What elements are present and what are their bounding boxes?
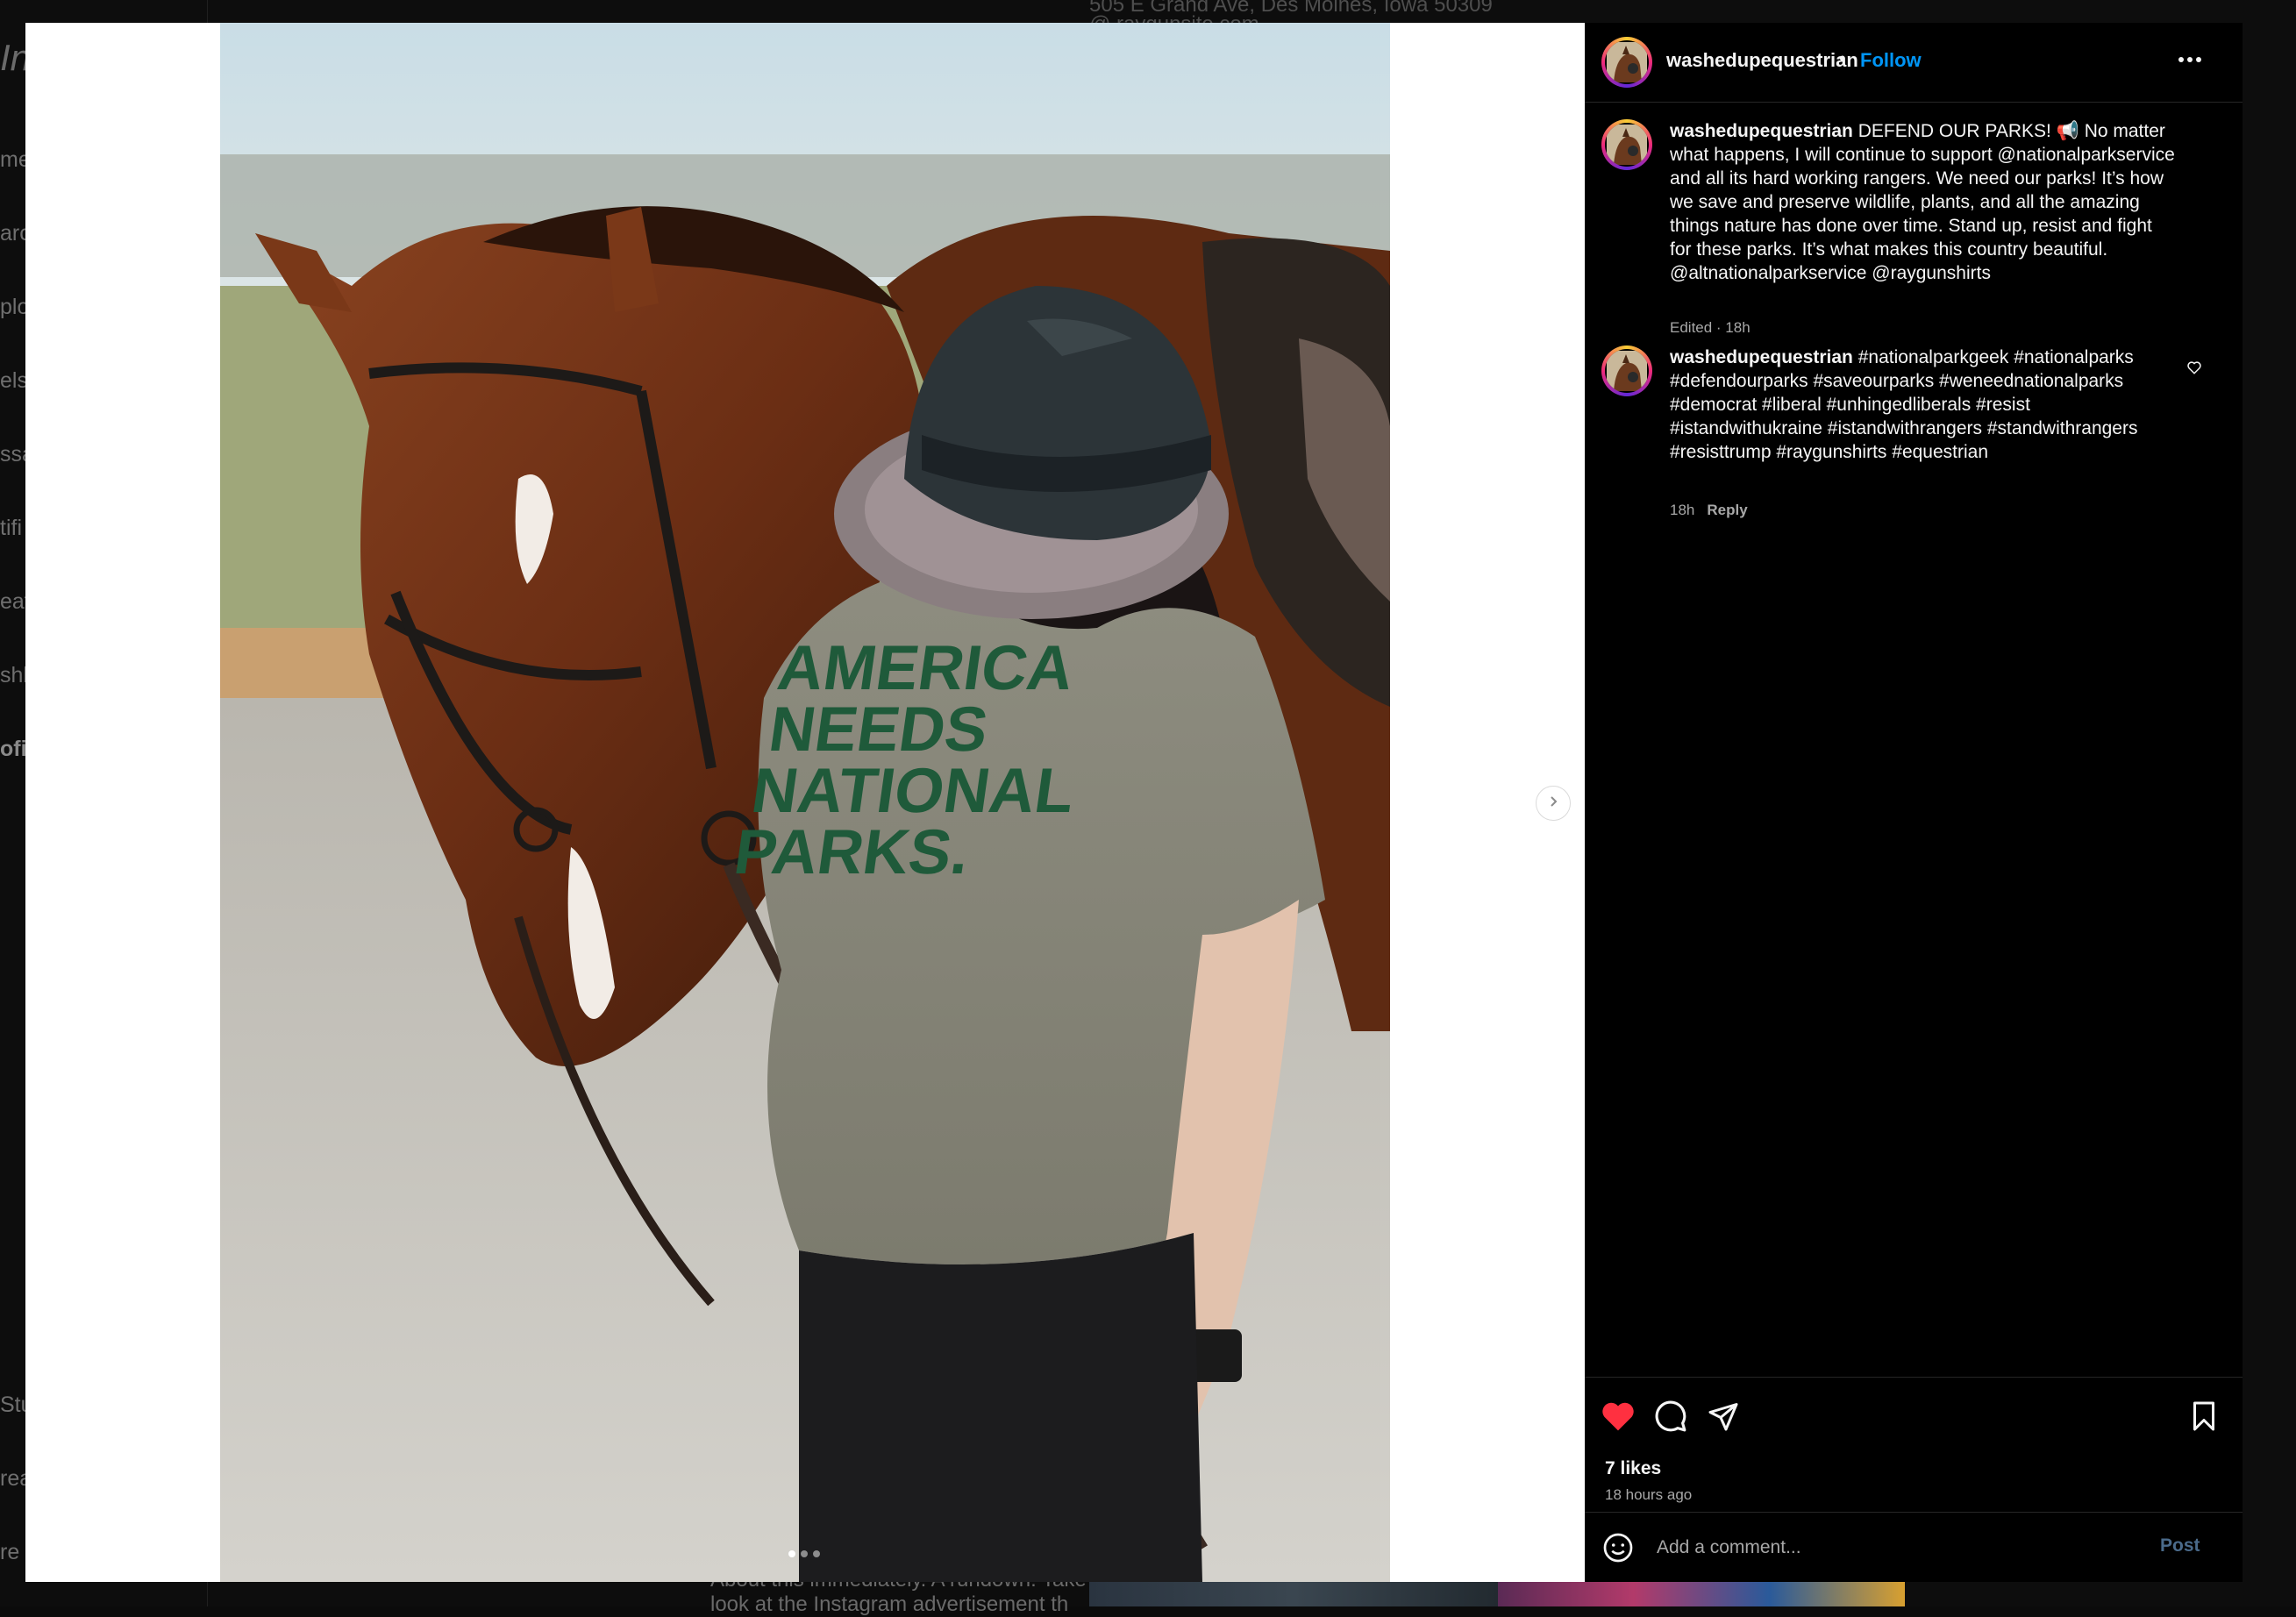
background-nav-item: plo: [0, 295, 26, 319]
avatar[interactable]: [1601, 345, 1652, 396]
comment-item: washedupequestrian #nationalparkgeek #na…: [1585, 345, 2243, 521]
post-comment-button[interactable]: Post: [2160, 1535, 2200, 1556]
background-nav-item: arc: [0, 221, 26, 246]
follow-button[interactable]: Follow: [1860, 49, 1922, 72]
post-author-username[interactable]: washedupequestrian: [1666, 49, 1858, 72]
background-nav-item: ssa: [0, 442, 26, 467]
comment-button[interactable]: [1651, 1399, 1690, 1437]
background-thumbnail: [1089, 1582, 1498, 1606]
background-nav-item: tifi: [0, 516, 22, 540]
background-nav-item: ofil: [0, 737, 26, 761]
background-nav-item: me: [0, 147, 26, 172]
avatar[interactable]: [1601, 37, 1652, 88]
comment-icon: [1654, 1400, 1687, 1437]
share-button[interactable]: [1704, 1399, 1743, 1437]
bookmark-icon: [2190, 1400, 2218, 1436]
carousel-dot: [813, 1550, 820, 1557]
like-button[interactable]: [1599, 1399, 1637, 1437]
post-modal: AMERICA NEEDS NATIONAL PARKS. washedupeq…: [25, 23, 2243, 1582]
caption-content: DEFEND OUR PARKS! 📢 No matter what happe…: [1670, 121, 2175, 283]
carousel-indicator: [788, 1550, 820, 1557]
background-nav-item: rea: [0, 1466, 26, 1491]
background-thumbnail: [1498, 1582, 1905, 1606]
background-article-text: look at the Instagram advertisement th: [710, 1592, 1069, 1616]
comment-input[interactable]: [1655, 1528, 2132, 1567]
comment-meta: 18h Reply: [1670, 502, 1748, 519]
avatar[interactable]: [1601, 119, 1652, 170]
svg-text:NATIONAL: NATIONAL: [747, 756, 1079, 826]
next-photo-button[interactable]: [1536, 786, 1571, 821]
background-nav-item: Stu: [0, 1393, 26, 1417]
comment-time: 18h: [1670, 502, 1695, 518]
post-photo[interactable]: AMERICA NEEDS NATIONAL PARKS.: [220, 23, 1390, 1582]
svg-text:PARKS.: PARKS.: [730, 817, 973, 887]
comment-text: washedupequestrian #nationalparkgeek #na…: [1670, 345, 2196, 464]
caption-meta: Edited · 18h: [1670, 319, 1751, 336]
post-caption: washedupequestrian DEFEND OUR PARKS! 📢 N…: [1585, 119, 2243, 347]
comment-username[interactable]: washedupequestrian: [1670, 347, 1853, 367]
background-nav-item: eat: [0, 589, 26, 614]
background-nav-item: re: [0, 1540, 20, 1564]
post-header: washedupequestrian • Follow: [1585, 23, 2243, 103]
more-options-button[interactable]: [2172, 42, 2207, 77]
svg-text:AMERICA: AMERICA: [774, 633, 1078, 703]
post-timestamp: 18 hours ago: [1605, 1486, 1693, 1503]
background-nav-item: els: [0, 368, 26, 393]
background-logo: In: [0, 37, 26, 78]
share-icon: [1708, 1400, 1739, 1436]
media-pane: AMERICA NEEDS NATIONAL PARKS.: [25, 23, 1585, 1582]
comment-composer: Post: [1585, 1512, 2243, 1583]
chevron-right-icon: [1547, 795, 1559, 812]
post-side-panel: washedupequestrian • Follow washedupeque…: [1585, 23, 2243, 1582]
emoji-button[interactable]: [1602, 1532, 1636, 1565]
caption-username[interactable]: washedupequestrian: [1670, 121, 1853, 141]
header-separator: •: [1839, 47, 1846, 69]
carousel-dot: [788, 1550, 795, 1557]
background-nav-item: shb: [0, 663, 26, 687]
emoji-icon: [1602, 1533, 1634, 1567]
caption-text: washedupequestrian DEFEND OUR PARKS! 📢 N…: [1670, 119, 2196, 285]
likes-count[interactable]: 7 likes: [1605, 1458, 1661, 1479]
heart-icon: [1601, 1400, 1636, 1436]
carousel-dot: [801, 1550, 808, 1557]
comment-like-button[interactable]: [2186, 360, 2204, 377]
more-icon: [2178, 52, 2202, 68]
svg-text:NEEDS: NEEDS: [765, 695, 992, 765]
save-button[interactable]: [2185, 1399, 2223, 1437]
reply-button[interactable]: Reply: [1707, 502, 1747, 518]
heart-outline-icon: [2186, 361, 2202, 379]
